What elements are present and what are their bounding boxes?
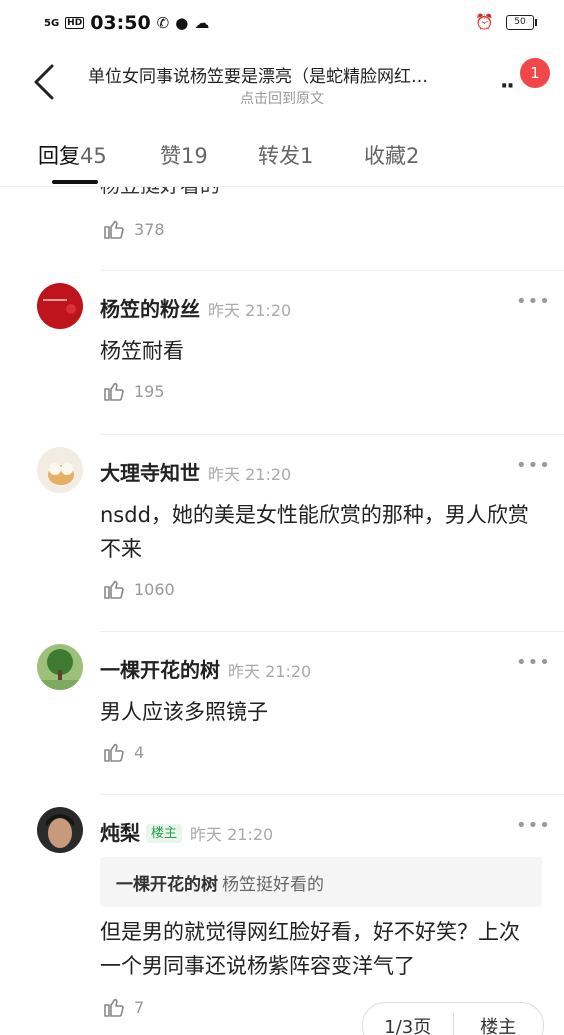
avatar[interactable] bbox=[37, 283, 83, 329]
battery-icon: 50 bbox=[506, 14, 537, 30]
more-menu-icon[interactable]: ·· bbox=[500, 74, 515, 99]
page-navigator: 1/3页 楼主 bbox=[362, 1002, 544, 1035]
active-tab-indicator bbox=[52, 180, 98, 184]
comment-text: nsdd，她的美是女性能欣赏的那种，男人欣赏不来 bbox=[100, 503, 529, 561]
call-icon: ✆ bbox=[156, 14, 170, 32]
comment-username[interactable]: 一棵开花的树 昨天 21:20 bbox=[100, 654, 311, 683]
cloud-icon: ☁ bbox=[194, 14, 210, 32]
avatar-image bbox=[37, 283, 83, 329]
avatar-image bbox=[37, 644, 83, 690]
host-badge: 楼主 bbox=[146, 824, 183, 843]
divider bbox=[100, 794, 564, 795]
comment-more-icon[interactable]: ••• bbox=[516, 291, 551, 312]
status-bar: 5G HD 03:50 ✆ ● ☁ ⏰ 50 bbox=[0, 0, 564, 48]
notification-badge[interactable]: 1 bbox=[520, 58, 550, 88]
page-indicator-button[interactable]: 1/3页 bbox=[363, 1013, 454, 1035]
comment-more-icon[interactable]: ••• bbox=[516, 815, 551, 836]
comment-username[interactable]: 杨笠的粉丝 昨天 21:20 bbox=[100, 293, 291, 322]
quoted-reply[interactable]: 一棵开花的树 杨笠挺好看的 bbox=[100, 857, 542, 907]
status-time: 03:50 bbox=[90, 12, 151, 34]
avatar-image bbox=[37, 807, 83, 853]
tab-likes[interactable]: 赞19 bbox=[160, 140, 208, 170]
divider bbox=[100, 434, 564, 435]
comment-more-icon[interactable]: ••• bbox=[516, 652, 551, 673]
divider bbox=[100, 631, 564, 632]
host-only-button[interactable]: 楼主 bbox=[454, 1013, 544, 1035]
comment-username[interactable]: 炖梨 楼主 昨天 21:20 bbox=[100, 817, 273, 846]
tab-bar: 回复45 赞19 转发1 收藏2 bbox=[0, 118, 564, 187]
comment-text: 男人应该多照镜子 bbox=[100, 700, 268, 724]
thumbs-up-icon bbox=[104, 580, 124, 599]
header: 单位女同事说杨笠要是漂亮（是蛇精脸网红… 点击回到原文 ·· 1 bbox=[0, 48, 564, 118]
quoted-text: 杨笠挺好看的 bbox=[222, 875, 324, 895]
hd-icon: HD bbox=[65, 17, 85, 29]
tab-replies[interactable]: 回复45 bbox=[38, 140, 107, 170]
thumbs-up-icon bbox=[104, 743, 124, 762]
like-button[interactable]: 1060 bbox=[102, 577, 175, 601]
comment-more-icon[interactable]: ••• bbox=[516, 455, 551, 476]
thumbs-up-icon bbox=[104, 998, 124, 1017]
comment-text: 杨笠挺好看的 bbox=[100, 187, 220, 198]
like-count: 7 bbox=[134, 997, 145, 1017]
comment-username[interactable]: 大理寺知世 昨天 21:20 bbox=[100, 457, 291, 486]
comment-time: 昨天 21:20 bbox=[208, 465, 292, 484]
alarm-icon: ⏰ bbox=[475, 13, 494, 31]
back-arrow-icon bbox=[34, 64, 54, 100]
comment-text: 杨笠耐看 bbox=[100, 339, 184, 363]
like-count: 4 bbox=[134, 742, 145, 762]
signal-icon: 5G bbox=[44, 17, 60, 29]
thumbs-up-icon bbox=[104, 382, 124, 401]
avatar-image bbox=[37, 447, 83, 493]
comment-time: 昨天 21:20 bbox=[228, 662, 312, 681]
back-button[interactable] bbox=[30, 62, 60, 102]
avatar[interactable] bbox=[37, 447, 83, 493]
tab-favorites[interactable]: 收藏2 bbox=[364, 140, 419, 170]
divider bbox=[100, 270, 564, 271]
page-title[interactable]: 单位女同事说杨笠要是漂亮（是蛇精脸网红… bbox=[88, 62, 494, 87]
back-to-original-link[interactable]: 点击回到原文 bbox=[240, 88, 324, 108]
quoted-username: 一棵开花的树 bbox=[116, 875, 218, 895]
avatar[interactable] bbox=[37, 644, 83, 690]
like-button[interactable]: 7 bbox=[102, 995, 144, 1019]
like-button[interactable]: 195 bbox=[102, 379, 165, 403]
like-count: 195 bbox=[134, 381, 165, 401]
tab-reposts[interactable]: 转发1 bbox=[258, 140, 313, 170]
thumbs-up-icon bbox=[104, 220, 124, 239]
like-button[interactable]: 4 bbox=[102, 740, 144, 764]
avatar[interactable] bbox=[37, 807, 83, 853]
comment-text: 但是男的就觉得网红脸好看，好不好笑？上次一个男同事还说杨紫阵容变洋气了 bbox=[100, 920, 520, 978]
like-count: 378 bbox=[134, 219, 165, 239]
circle-app-icon: ● bbox=[175, 14, 189, 32]
comment-time: 昨天 21:20 bbox=[190, 825, 274, 844]
like-count: 1060 bbox=[134, 579, 175, 599]
like-button[interactable]: 378 bbox=[102, 217, 165, 241]
comment-time: 昨天 21:20 bbox=[208, 301, 292, 320]
comment-list[interactable]: 杨笠挺好看的 378 杨笠的粉丝昨天 21:20 ••• 杨笠耐看 195 大理… bbox=[0, 187, 564, 1035]
